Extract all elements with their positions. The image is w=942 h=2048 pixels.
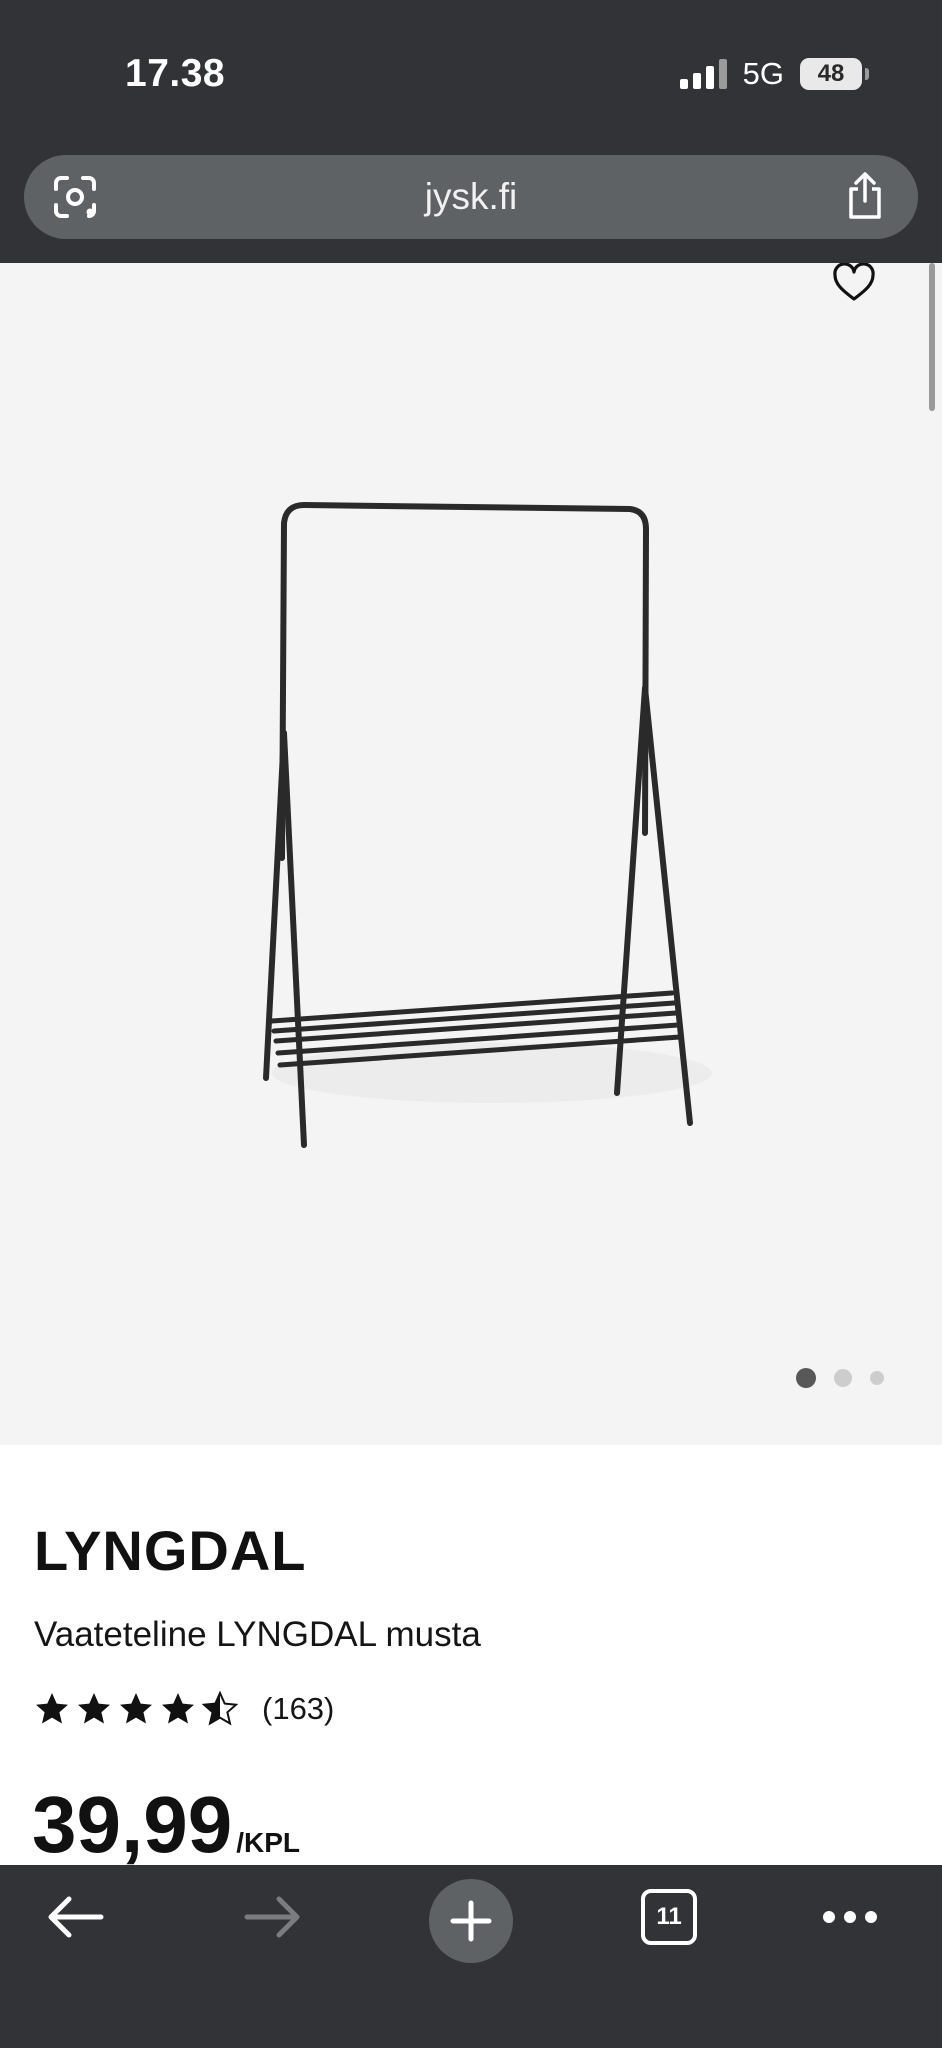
heart-icon[interactable] bbox=[832, 263, 876, 303]
star-icon bbox=[36, 1693, 68, 1724]
battery-icon: 48 bbox=[800, 58, 869, 90]
price-value: 39,99 bbox=[32, 1780, 233, 1869]
product-info: LYNGDAL Vaateteline LYNGDAL musta (163) … bbox=[0, 1445, 942, 1865]
gallery-pagination bbox=[796, 1368, 884, 1388]
scrollbar[interactable] bbox=[929, 263, 935, 411]
page: 17.38 5G 48 jysk.fi LYNGDAL Vaateteline … bbox=[0, 0, 942, 2048]
arrow-left-icon bbox=[48, 1896, 104, 1938]
more-dots-icon bbox=[823, 1911, 877, 1923]
product-rating[interactable]: (163) bbox=[34, 1691, 334, 1727]
price-unit: /KPL bbox=[236, 1827, 300, 1858]
browser-bottom-toolbar: 11 bbox=[0, 1865, 942, 2048]
browser-top-bar: 17.38 5G 48 jysk.fi bbox=[0, 0, 942, 263]
rating-count[interactable]: (163) bbox=[262, 1691, 334, 1727]
product-price: 39,99 /KPL bbox=[32, 1785, 300, 1865]
product-description: Vaateteline LYNGDAL musta bbox=[34, 1615, 481, 1654]
pagination-dot[interactable] bbox=[870, 1371, 884, 1385]
star-icon bbox=[162, 1693, 194, 1724]
back-button[interactable] bbox=[40, 1865, 110, 1969]
half-star-icon bbox=[202, 1691, 238, 1726]
pagination-dot[interactable] bbox=[834, 1369, 852, 1387]
battery-level: 48 bbox=[817, 60, 845, 87]
star-icon bbox=[120, 1693, 152, 1724]
product-gallery[interactable] bbox=[0, 263, 942, 1445]
product-brand: LYNGDAL bbox=[34, 1519, 307, 1582]
new-tab-circle[interactable] bbox=[429, 1879, 513, 1963]
network-type: 5G bbox=[742, 56, 784, 91]
status-indicators: 5G 48 bbox=[679, 56, 869, 92]
tab-switcher-button[interactable]: 11 bbox=[640, 1865, 698, 1969]
plus-icon bbox=[450, 1900, 492, 1942]
google-lens-icon[interactable] bbox=[52, 174, 98, 220]
address-bar[interactable]: jysk.fi bbox=[24, 155, 918, 239]
star-icon bbox=[78, 1693, 110, 1724]
pagination-dot[interactable] bbox=[796, 1368, 816, 1388]
forward-button[interactable] bbox=[238, 1865, 308, 1969]
status-time: 17.38 bbox=[125, 52, 226, 95]
tab-count[interactable]: 11 bbox=[641, 1889, 697, 1945]
url-text[interactable]: jysk.fi bbox=[24, 155, 918, 239]
arrow-right-icon bbox=[244, 1896, 300, 1938]
signal-icon bbox=[679, 59, 727, 89]
new-tab-button[interactable] bbox=[429, 1865, 513, 1969]
more-menu-button[interactable] bbox=[820, 1865, 880, 1969]
product-image-clothes-rack[interactable] bbox=[222, 493, 722, 1153]
share-icon[interactable] bbox=[842, 171, 888, 221]
